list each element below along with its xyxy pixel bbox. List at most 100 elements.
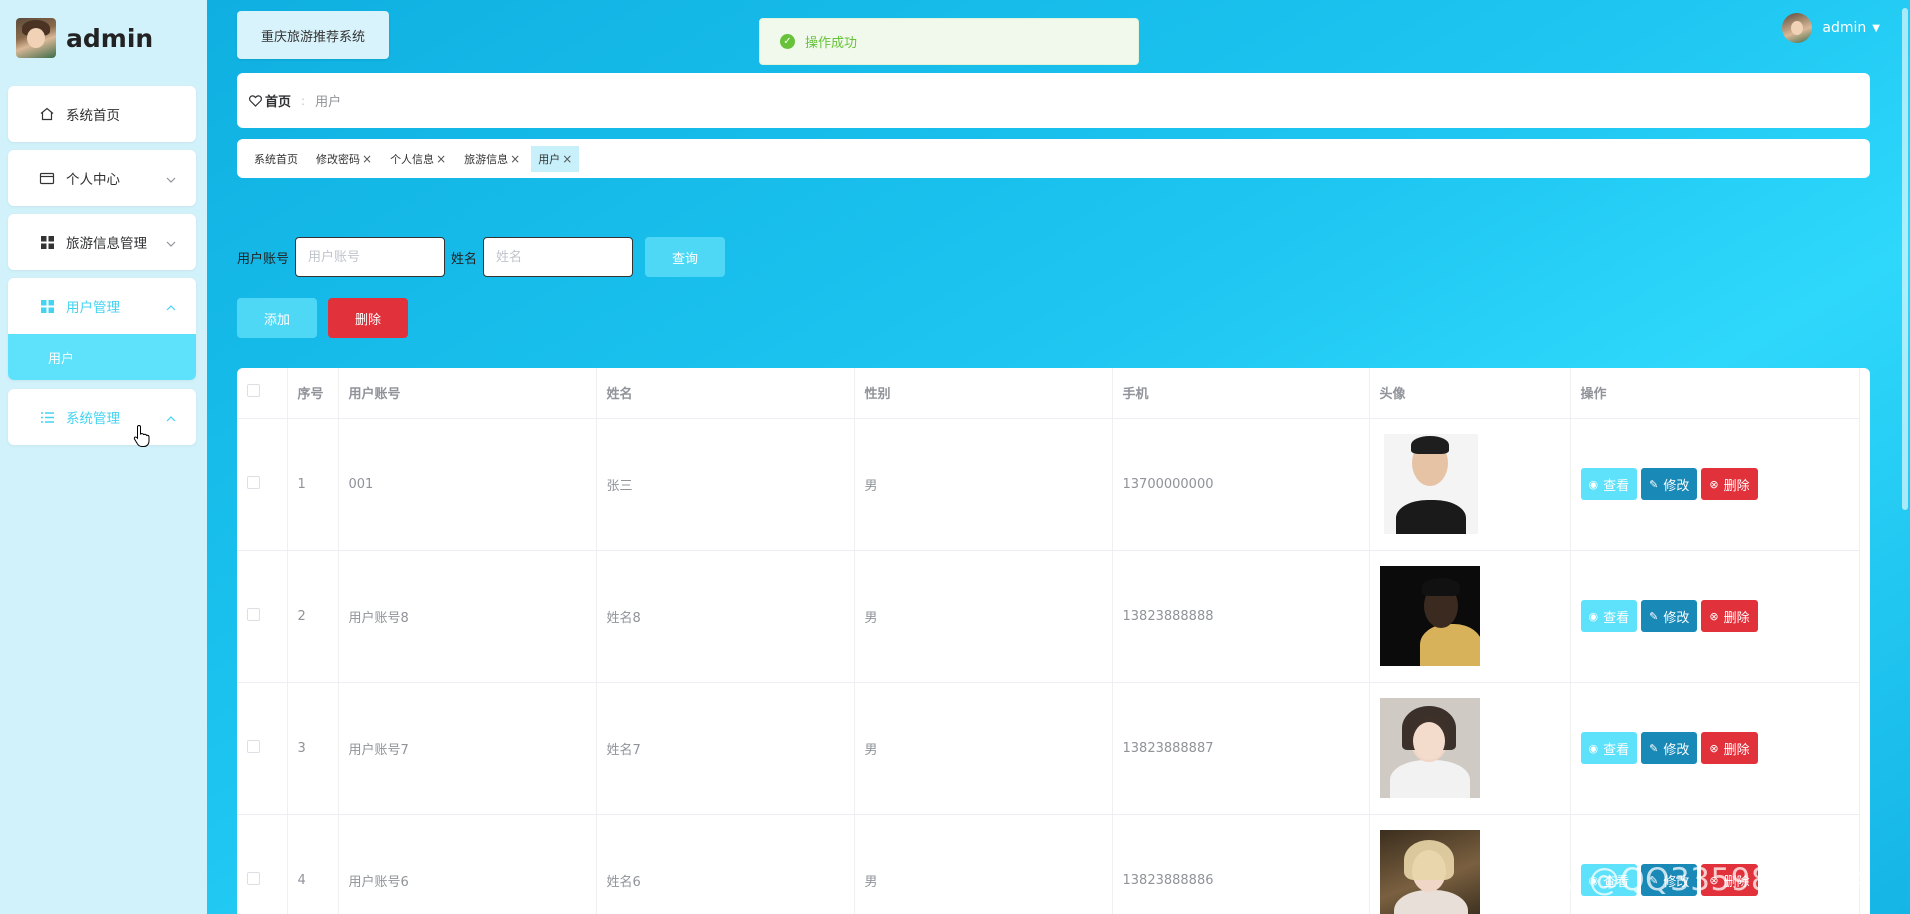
row-actions: ◉ 查看 ✎ 修改 ⊗ 删除 xyxy=(1580,468,1859,500)
select-all-checkbox[interactable] xyxy=(247,384,260,398)
chevron-down-icon xyxy=(166,236,176,252)
close-circle-icon: ⊗ xyxy=(1709,741,1719,755)
menu-users[interactable]: 用户管理 用户 xyxy=(8,278,196,380)
menu-travel-label: 旅游信息管理 xyxy=(66,236,147,252)
row-actions: ◉ 查看 ✎ 修改 ⊗ 删除 xyxy=(1580,732,1859,764)
menu-system-label: 系统管理 xyxy=(66,411,120,427)
cell-gender: 男 xyxy=(854,418,1113,551)
close-circle-icon: ⊗ xyxy=(1709,609,1719,623)
wallet-icon xyxy=(38,169,56,187)
menu-travel[interactable]: 旅游信息管理 xyxy=(8,214,196,270)
chevron-down-icon xyxy=(166,172,176,188)
batch-delete-button[interactable]: 删除 xyxy=(328,298,408,338)
watermark: CSDN @QQ3359892174 xyxy=(1488,862,1873,898)
delete-label: 删除 xyxy=(1723,478,1750,494)
page-scrollbar[interactable] xyxy=(1898,0,1910,914)
grid-icon xyxy=(38,233,56,251)
brand-name: admin xyxy=(66,23,154,53)
delete-button[interactable]: ⊗ 删除 xyxy=(1701,468,1758,500)
cell-phone: 13823888888 xyxy=(1112,550,1370,683)
cell-name: 张三 xyxy=(596,418,855,551)
row-checkbox[interactable] xyxy=(247,475,260,489)
column-header: 性别 xyxy=(854,368,1113,419)
cell-account: 用户账号7 xyxy=(338,682,597,815)
heart-icon xyxy=(249,94,262,107)
add-button[interactable]: 添加 xyxy=(237,298,317,338)
action-bar: 添加 删除 xyxy=(237,298,408,338)
view-label: 查看 xyxy=(1603,478,1630,494)
column-header: 头像 xyxy=(1369,368,1571,419)
search-form: 用户账号 姓名 查询 xyxy=(237,237,726,277)
cell-phone: 13823888886 xyxy=(1112,814,1370,914)
edit-label: 修改 xyxy=(1663,610,1690,626)
submenu-item-users[interactable]: 用户 xyxy=(8,334,196,380)
row-checkbox[interactable] xyxy=(247,607,260,621)
cell-phone: 13823888887 xyxy=(1112,682,1370,815)
menu-home[interactable]: 系统首页 xyxy=(8,86,196,142)
menu-home-label: 系统首页 xyxy=(66,108,120,124)
tag-label: 用户 xyxy=(538,152,561,166)
menu-users-label: 用户管理 xyxy=(66,300,120,316)
query-button[interactable]: 查询 xyxy=(645,237,726,277)
menu-profile[interactable]: 个人中心 xyxy=(8,150,196,206)
close-icon[interactable]: × xyxy=(510,152,520,166)
cell-gender: 男 xyxy=(854,814,1113,914)
edit-label: 修改 xyxy=(1663,742,1690,758)
tag-label: 个人信息 xyxy=(390,152,435,166)
sidebar: admin 系统首页 个人中心 旅游信息管理 用户管理 用户 系统管理 xyxy=(0,0,207,914)
column-header: 序号 xyxy=(287,368,339,419)
tag-users[interactable]: 用户 × xyxy=(531,145,580,172)
cell-index: 3 xyxy=(287,682,339,815)
brand-avatar xyxy=(16,18,56,58)
delete-label: 删除 xyxy=(1723,610,1750,626)
main-area: 重庆旅游推荐系统 ✓ 操作成功 admin ▼ 首页 : 用户 系统首页 修改密… xyxy=(207,0,1910,914)
cell-gender: 男 xyxy=(854,550,1113,683)
column-header: 操作 xyxy=(1570,368,1860,419)
caret-down-icon: ▼ xyxy=(1872,22,1880,34)
select-all-cell[interactable] xyxy=(237,368,288,419)
eye-icon: ◉ xyxy=(1588,609,1599,623)
breadcrumb-current: 用户 xyxy=(315,95,342,110)
view-label: 查看 xyxy=(1603,742,1630,758)
delete-button[interactable]: ⊗ 删除 xyxy=(1701,732,1758,764)
home-icon xyxy=(38,105,56,123)
tag-label: 修改密码 xyxy=(316,152,360,166)
cell-name: 姓名6 xyxy=(596,814,855,914)
cell-account: 用户账号6 xyxy=(338,814,597,914)
close-icon[interactable]: × xyxy=(436,152,446,166)
cell-phone: 13700000000 xyxy=(1112,418,1370,551)
name-input[interactable] xyxy=(483,237,634,277)
row-checkbox[interactable] xyxy=(247,739,260,753)
tag-travel[interactable]: 旅游信息 × xyxy=(457,146,527,172)
cell-name: 姓名8 xyxy=(596,550,855,683)
edit-button[interactable]: ✎ 修改 xyxy=(1641,732,1698,764)
account-input[interactable] xyxy=(295,237,446,277)
delete-button[interactable]: ⊗ 删除 xyxy=(1701,600,1758,632)
close-icon[interactable]: × xyxy=(562,152,572,166)
breadcrumb-home[interactable]: 首页 xyxy=(249,91,291,110)
edit-button[interactable]: ✎ 修改 xyxy=(1641,468,1698,500)
row-actions: ◉ 查看 ✎ 修改 ⊗ 删除 xyxy=(1580,600,1859,632)
cell-name: 姓名7 xyxy=(596,682,855,815)
row-checkbox[interactable] xyxy=(247,871,260,885)
table-row: 3 用户账号7 姓名7 男 13823888887 ◉ 查看 ✎ 修改 ⊗ 删除 xyxy=(237,682,1860,815)
list-icon xyxy=(38,408,56,426)
brand: admin xyxy=(16,17,153,59)
user-name: admin xyxy=(1822,20,1867,36)
tag-home[interactable]: 系统首页 xyxy=(247,146,305,172)
chevron-up-icon xyxy=(166,411,176,427)
cell-account: 001 xyxy=(338,418,597,551)
close-icon[interactable]: × xyxy=(362,152,372,166)
edit-button[interactable]: ✎ 修改 xyxy=(1641,600,1698,632)
view-button[interactable]: ◉ 查看 xyxy=(1580,600,1638,632)
user-table: 序号 用户账号 姓名 性别 手机 头像 操作 1 001 张三 男 137000… xyxy=(237,368,1870,914)
user-dropdown[interactable]: admin ▼ xyxy=(1782,12,1880,44)
tag-profile[interactable]: 个人信息 × xyxy=(383,146,453,172)
menu-system[interactable]: 系统管理 xyxy=(8,389,196,445)
menu-profile-label: 个人中心 xyxy=(66,172,120,188)
view-button[interactable]: ◉ 查看 xyxy=(1580,732,1638,764)
breadcrumb: 首页 : 用户 xyxy=(237,73,1870,128)
view-button[interactable]: ◉ 查看 xyxy=(1580,468,1638,500)
hand-cursor-icon xyxy=(133,424,151,452)
tag-change-password[interactable]: 修改密码 × xyxy=(309,146,379,172)
